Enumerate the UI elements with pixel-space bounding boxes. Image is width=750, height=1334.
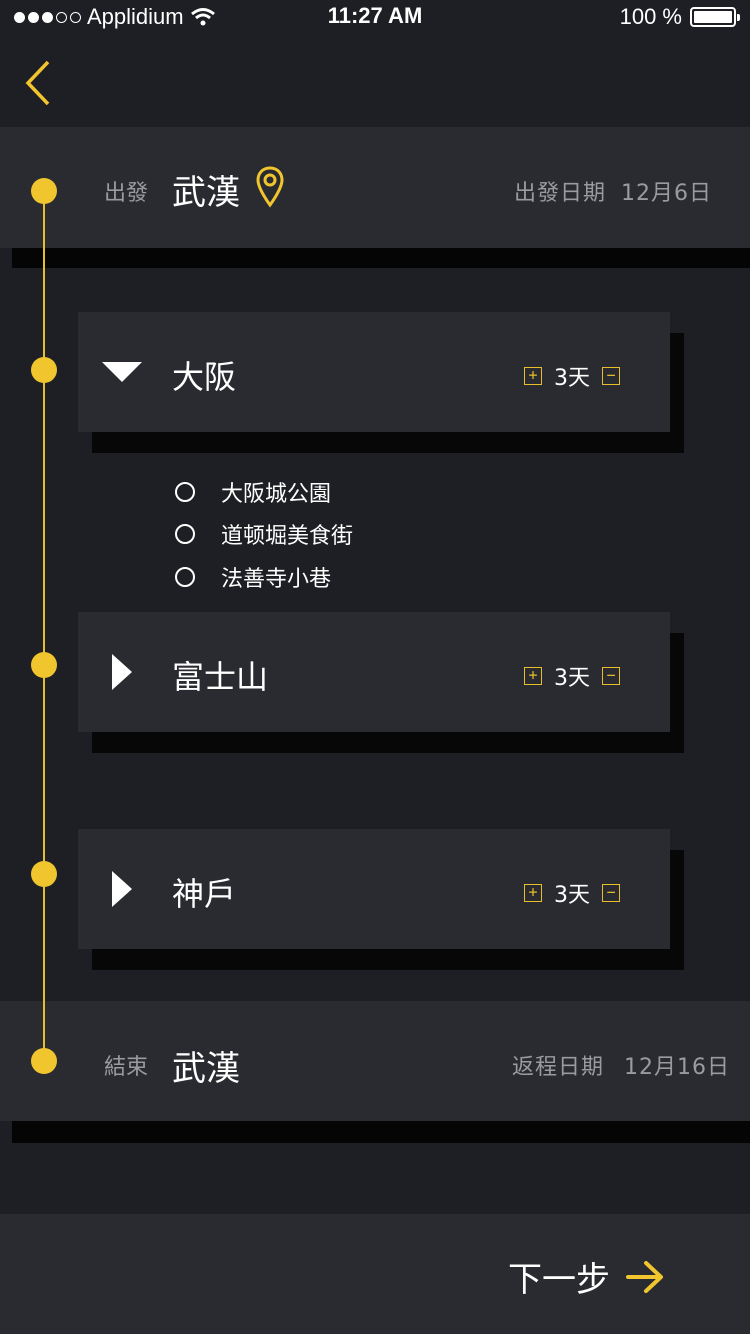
list-item[interactable]: 道顿堀美食街: [175, 518, 353, 550]
days-stepper: + 3天 −: [524, 877, 620, 909]
triangle-down-icon[interactable]: [100, 360, 144, 384]
timeline-node-end: [31, 1048, 57, 1074]
decrease-days-button[interactable]: −: [602, 667, 620, 685]
list-item-label: 大阪城公園: [221, 482, 332, 507]
decrease-days-button[interactable]: −: [602, 884, 620, 902]
stop-days: 3天: [554, 883, 590, 908]
return-date-label: 返程日期: [512, 1055, 605, 1080]
end-city: 武漢: [172, 1049, 240, 1089]
bottom-bar: 下一步: [0, 1214, 750, 1334]
end-row[interactable]: 結束 武漢 返程日期 12月16日: [0, 1001, 750, 1121]
increase-days-button[interactable]: +: [524, 667, 542, 685]
radio-circle-icon: [175, 524, 195, 544]
start-city: 武漢: [172, 173, 240, 213]
triangle-right-icon[interactable]: [110, 869, 134, 909]
timeline-node-stop: [31, 357, 57, 383]
stop-days: 3天: [554, 666, 590, 691]
radio-circle-icon: [175, 482, 195, 502]
list-item-label: 道顿堀美食街: [221, 524, 354, 549]
start-row[interactable]: 出發 武漢 出發日期 12月6日: [0, 127, 750, 248]
departure-date[interactable]: 12月6日: [621, 175, 712, 207]
days-stepper: + 3天 −: [524, 360, 620, 392]
battery-info: 100 %: [619, 4, 740, 30]
radio-circle-icon: [175, 567, 195, 587]
departure-date-label: 出發日期: [514, 181, 607, 206]
next-step-label: 下一步: [508, 1260, 610, 1300]
start-row-shadow: [12, 248, 750, 268]
stop-days: 3天: [554, 366, 590, 391]
decrease-days-button[interactable]: −: [602, 367, 620, 385]
stop-name: 富士山: [172, 658, 269, 696]
start-label: 出發: [104, 181, 149, 206]
location-pin-icon[interactable]: [255, 165, 285, 209]
battery-percent: 100 %: [619, 4, 682, 29]
timeline-line: [43, 191, 45, 1062]
stop-card[interactable]: 富士山 + 3天 −: [78, 612, 670, 732]
triangle-right-icon[interactable]: [110, 652, 134, 692]
stop-card[interactable]: 神戶 + 3天 −: [78, 829, 670, 949]
timeline-node-stop: [31, 861, 57, 887]
return-date[interactable]: 12月16日: [624, 1049, 730, 1081]
stop-card[interactable]: 大阪 + 3天 −: [78, 312, 670, 432]
days-stepper: + 3天 −: [524, 660, 620, 692]
status-bar: Applidium 11:27 AM 100 %: [0, 0, 750, 34]
list-item-label: 法善寺小巷: [221, 567, 332, 592]
increase-days-button[interactable]: +: [524, 367, 542, 385]
stop-name: 大阪: [172, 358, 237, 396]
next-step-button[interactable]: 下一步: [508, 1252, 666, 1301]
end-row-shadow: [12, 1121, 750, 1143]
list-item[interactable]: 大阪城公園: [175, 476, 331, 508]
battery-icon: [690, 7, 740, 27]
timeline-node-start: [31, 178, 57, 204]
timeline-node-stop: [31, 652, 57, 678]
stop-name: 神戶: [172, 875, 237, 913]
list-item[interactable]: 法善寺小巷: [175, 561, 331, 593]
increase-days-button[interactable]: +: [524, 884, 542, 902]
chevron-left-icon: [25, 60, 50, 106]
arrow-right-icon: [626, 1260, 663, 1293]
back-button[interactable]: [22, 56, 62, 112]
end-label: 結束: [104, 1055, 149, 1080]
